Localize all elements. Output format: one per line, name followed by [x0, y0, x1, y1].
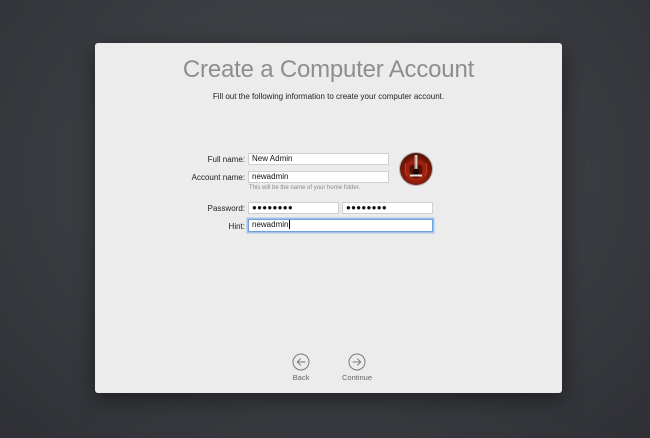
hint-value: newadmin — [252, 220, 289, 229]
page-title: Create a Computer Account — [182, 56, 475, 83]
guitar-avatar-icon — [404, 155, 428, 181]
account-name-value: newadmin — [252, 172, 289, 181]
continue-arrow-icon — [348, 353, 366, 371]
continue-label: Continue — [341, 373, 373, 382]
verify-password-field[interactable]: ●●●●●●●● — [342, 202, 433, 214]
setup-assistant-window: Create a Computer Account Fill out the f… — [95, 43, 562, 393]
password-label: Password: — [207, 204, 245, 213]
hint-field[interactable]: newadmin — [248, 219, 433, 232]
back-arrow-icon — [292, 353, 310, 371]
avatar[interactable] — [400, 153, 432, 185]
text-caret — [289, 220, 291, 230]
hint-label: Hint: — [228, 222, 245, 231]
page-subtitle: Fill out the following information to cr… — [212, 92, 445, 101]
account-name-field[interactable]: newadmin — [248, 171, 389, 183]
account-name-label: Account name: — [191, 173, 245, 182]
verify-password-value: ●●●●●●●● — [346, 203, 388, 212]
password-field[interactable]: ●●●●●●●● — [248, 202, 339, 214]
back-button[interactable]: Back — [271, 353, 331, 382]
back-label: Back — [292, 373, 310, 382]
full-name-field[interactable]: New Admin — [248, 153, 389, 165]
full-name-label: Full name: — [207, 155, 245, 164]
full-name-value: New Admin — [252, 154, 293, 163]
password-value: ●●●●●●●● — [252, 203, 294, 212]
account-name-help-text: This will be the name of your home folde… — [249, 185, 361, 191]
continue-button[interactable]: Continue — [327, 353, 387, 382]
